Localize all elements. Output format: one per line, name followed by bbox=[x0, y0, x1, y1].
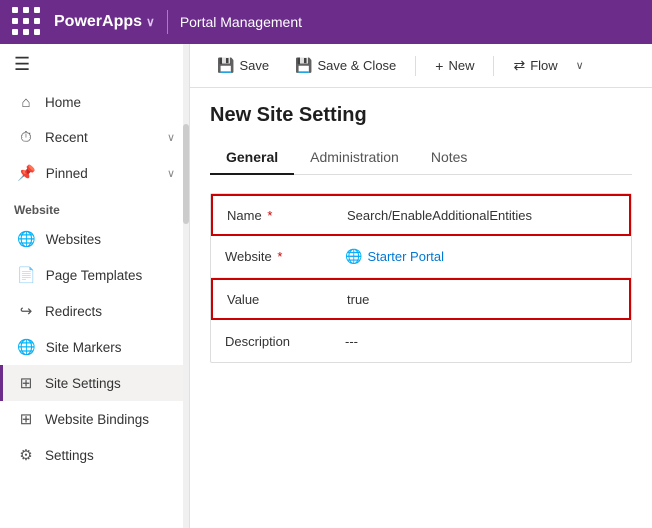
field-value-website[interactable]: 🌐 Starter Portal bbox=[345, 248, 617, 265]
cmd-divider-2 bbox=[493, 56, 494, 76]
required-indicator: * bbox=[277, 249, 282, 264]
field-label-value: Value bbox=[227, 292, 347, 307]
apps-grid-icon[interactable] bbox=[12, 7, 42, 37]
website-bindings-icon: ⊞ bbox=[17, 410, 35, 428]
flow-icon: ⇄ bbox=[513, 57, 525, 74]
form-section: Name * Website * 🌐 Starter Porta bbox=[210, 193, 632, 363]
sidebar-scrollbar-thumb bbox=[183, 124, 189, 224]
sidebar-section-website: Website bbox=[0, 191, 189, 221]
page-content: New Site Setting General Administration … bbox=[190, 88, 652, 528]
sidebar-item-page-templates[interactable]: 📄 Page Templates bbox=[0, 257, 189, 293]
chevron-down-icon: ∨ bbox=[167, 131, 175, 144]
required-indicator: * bbox=[267, 208, 272, 223]
pin-icon: 📌 bbox=[17, 164, 36, 182]
sidebar-item-label: Website Bindings bbox=[45, 412, 175, 427]
field-value-value bbox=[347, 292, 615, 307]
field-label-description: Description bbox=[225, 334, 345, 349]
sidebar-item-label: Home bbox=[45, 95, 175, 110]
sidebar-item-label: Pinned bbox=[46, 166, 157, 181]
tab-bar: General Administration Notes bbox=[210, 141, 632, 175]
content-area: 💾 Save 💾 Save & Close + New ⇄ Flow ∨ bbox=[190, 44, 652, 528]
cmd-divider bbox=[415, 56, 416, 76]
sidebar-item-websites[interactable]: 🌐 Websites bbox=[0, 221, 189, 257]
field-label-website: Website * bbox=[225, 249, 345, 264]
main-layout: ☰ ⌂ Home ⏱ Recent ∨ 📌 Pinned ∨ Website 🌐… bbox=[0, 44, 652, 528]
sidebar-item-site-settings[interactable]: ⊞ Site Settings bbox=[0, 365, 189, 401]
settings-icon: ⚙ bbox=[17, 446, 35, 464]
sidebar-item-label: Site Settings bbox=[45, 376, 175, 391]
sidebar-item-redirects[interactable]: ↪ Redirects bbox=[0, 293, 189, 329]
save-button[interactable]: 💾 Save bbox=[206, 51, 280, 80]
home-icon: ⌂ bbox=[17, 94, 35, 111]
sidebar-item-label: Site Markers bbox=[46, 340, 175, 355]
new-button[interactable]: + New bbox=[424, 52, 485, 80]
form-row-website: Website * 🌐 Starter Portal bbox=[211, 236, 631, 278]
sidebar-item-home[interactable]: ⌂ Home bbox=[0, 85, 189, 120]
form-row-name: Name * bbox=[211, 194, 631, 236]
chevron-down-icon: ∨ bbox=[167, 167, 175, 180]
value-input[interactable] bbox=[347, 292, 407, 307]
save-close-icon: 💾 bbox=[295, 57, 312, 74]
flow-button-group: ⇄ Flow ∨ bbox=[502, 51, 590, 80]
sidebar-item-website-bindings[interactable]: ⊞ Website Bindings bbox=[0, 401, 189, 437]
redirect-icon: ↪ bbox=[17, 302, 35, 320]
site-settings-icon: ⊞ bbox=[17, 374, 35, 392]
sidebar-item-label: Recent bbox=[45, 130, 157, 145]
flow-dropdown-button[interactable]: ∨ bbox=[569, 53, 591, 78]
recent-icon: ⏱ bbox=[17, 129, 35, 146]
tab-administration[interactable]: Administration bbox=[294, 141, 415, 175]
portal-title: Portal Management bbox=[180, 14, 302, 30]
save-icon: 💾 bbox=[217, 57, 234, 74]
sidebar-item-label: Page Templates bbox=[46, 268, 175, 283]
field-value-description: --- bbox=[345, 334, 617, 349]
site-marker-icon: 🌐 bbox=[17, 338, 36, 356]
app-chevron-icon[interactable]: ∨ bbox=[146, 15, 155, 29]
sidebar-item-label: Settings bbox=[45, 448, 175, 463]
sidebar-item-label: Redirects bbox=[45, 304, 175, 319]
name-input[interactable] bbox=[347, 208, 615, 223]
form-row-description: Description --- bbox=[211, 320, 631, 362]
sidebar-item-recent[interactable]: ⏱ Recent ∨ bbox=[0, 120, 189, 155]
tab-notes[interactable]: Notes bbox=[415, 141, 484, 175]
command-bar: 💾 Save 💾 Save & Close + New ⇄ Flow ∨ bbox=[190, 44, 652, 88]
flow-button[interactable]: ⇄ Flow bbox=[502, 51, 568, 80]
add-icon: + bbox=[435, 58, 443, 74]
sidebar-item-label: Websites bbox=[46, 232, 175, 247]
topbar-divider bbox=[167, 10, 168, 34]
form-row-value: Value bbox=[211, 278, 631, 320]
sidebar-item-site-markers[interactable]: 🌐 Site Markers bbox=[0, 329, 189, 365]
topbar: PowerApps ∨ Portal Management bbox=[0, 0, 652, 44]
sidebar-item-settings[interactable]: ⚙ Settings bbox=[0, 437, 189, 473]
field-value-name bbox=[347, 208, 615, 223]
page-title: New Site Setting bbox=[210, 104, 632, 127]
sidebar: ☰ ⌂ Home ⏱ Recent ∨ 📌 Pinned ∨ Website 🌐… bbox=[0, 44, 190, 528]
sidebar-item-pinned[interactable]: 📌 Pinned ∨ bbox=[0, 155, 189, 191]
field-label-name: Name * bbox=[227, 208, 347, 223]
sidebar-toggle-button[interactable]: ☰ bbox=[0, 44, 189, 85]
tab-general[interactable]: General bbox=[210, 141, 294, 175]
page-template-icon: 📄 bbox=[17, 266, 36, 284]
globe-icon: 🌐 bbox=[17, 230, 36, 248]
sidebar-nav: ⌂ Home ⏱ Recent ∨ 📌 Pinned ∨ Website 🌐 W… bbox=[0, 85, 189, 528]
globe-icon: 🌐 bbox=[345, 248, 362, 265]
save-close-button[interactable]: 💾 Save & Close bbox=[284, 51, 407, 80]
sidebar-scrollbar bbox=[183, 44, 189, 528]
app-name[interactable]: PowerApps ∨ bbox=[54, 13, 155, 31]
